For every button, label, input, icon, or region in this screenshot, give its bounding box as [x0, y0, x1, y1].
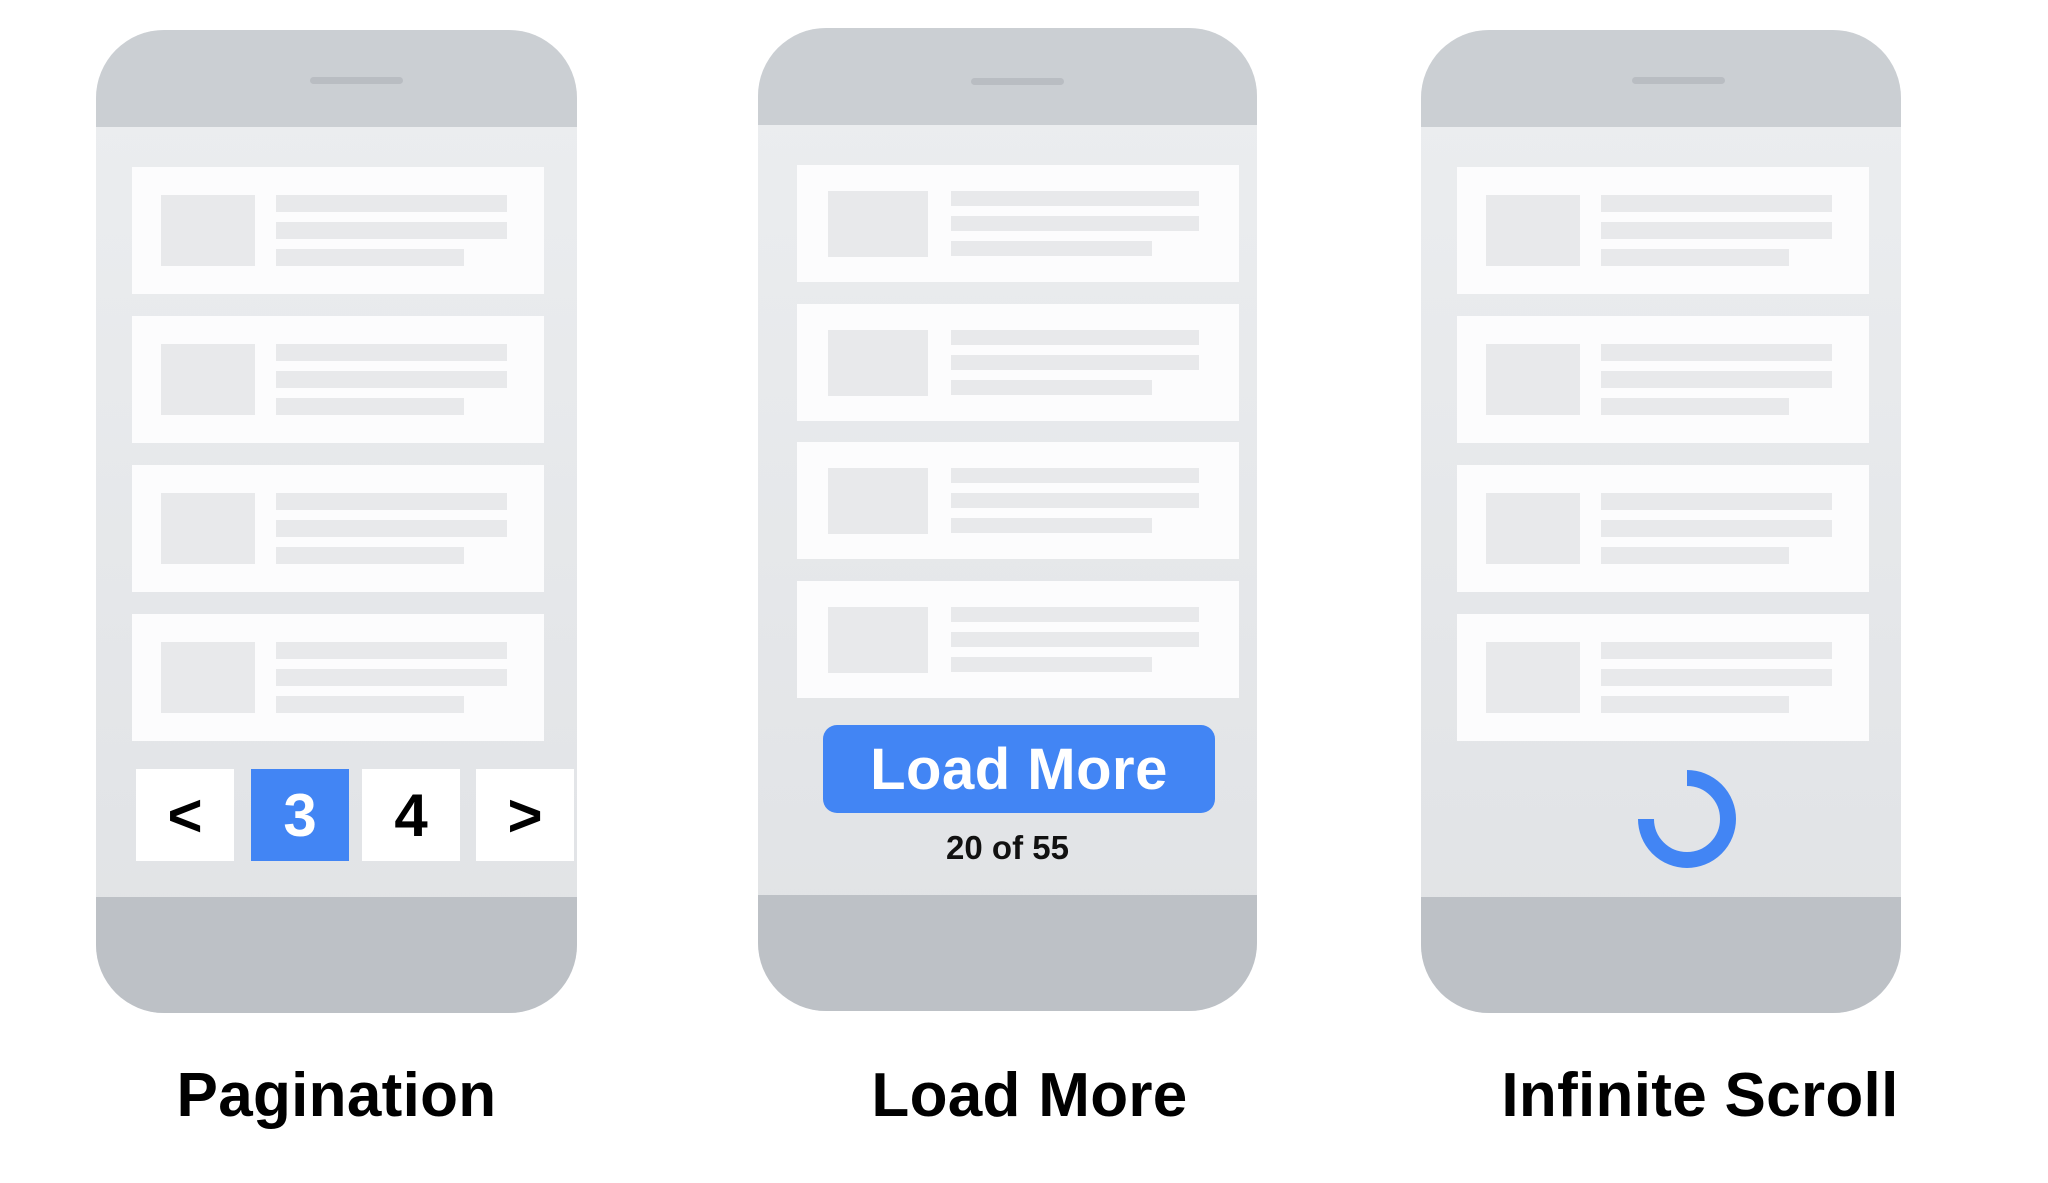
image-placeholder [1486, 344, 1580, 415]
text-line-placeholder [1601, 398, 1789, 415]
text-line-placeholder [951, 191, 1199, 206]
label-pagination: Pagination [176, 1061, 497, 1130]
text-line-placeholder [1601, 669, 1832, 686]
text-line-placeholder [276, 195, 507, 212]
text-line-placeholder [276, 344, 507, 361]
next-page-button[interactable]: > [476, 769, 574, 861]
list-item-placeholder [797, 303, 1239, 421]
text-line-placeholder [276, 642, 507, 659]
image-placeholder [1486, 642, 1580, 713]
text-line-placeholder [1601, 520, 1832, 537]
list-item-placeholder [1457, 316, 1869, 443]
text-line-placeholder [951, 379, 1152, 395]
text-line-placeholder [1601, 547, 1789, 564]
text-line-placeholder [276, 222, 507, 239]
label-infinite-scroll: Infinite Scroll [1501, 1061, 1899, 1130]
image-placeholder [828, 329, 928, 396]
text-line-placeholder [276, 547, 464, 564]
text-line-placeholder [951, 518, 1152, 533]
text-line-placeholder [276, 696, 464, 713]
chevron-right-icon: > [507, 781, 543, 849]
page-3-button[interactable]: 3 [251, 769, 349, 861]
label-load-more: Load More [871, 1061, 1188, 1130]
list-item-placeholder [1457, 614, 1869, 741]
list-item-placeholder [797, 580, 1239, 698]
list-item-placeholder [1457, 465, 1869, 592]
chevron-left-icon: < [167, 781, 203, 849]
phone-bottom-bezel [1421, 897, 1901, 1013]
phone-pagination: < 3 4 > [96, 30, 577, 1013]
text-line-placeholder [951, 493, 1199, 508]
text-line-placeholder [951, 606, 1199, 622]
image-placeholder [1486, 195, 1580, 266]
text-line-placeholder [1601, 493, 1832, 510]
speaker-icon [310, 77, 403, 84]
image-placeholder [1486, 493, 1580, 564]
text-line-placeholder [951, 354, 1199, 370]
phone-top-bezel [1421, 30, 1901, 127]
speaker-icon [1632, 77, 1725, 84]
text-line-placeholder [276, 249, 464, 266]
image-placeholder [828, 606, 928, 673]
text-line-placeholder [1601, 371, 1832, 388]
phone-bottom-bezel [758, 895, 1257, 1011]
text-line-placeholder [276, 493, 507, 510]
items-count: 20 of 55 [946, 829, 1069, 866]
text-line-placeholder [1601, 696, 1789, 713]
text-line-placeholder [951, 329, 1199, 345]
text-line-placeholder [276, 669, 507, 686]
list-item-placeholder [132, 465, 544, 592]
phone-top-bezel [758, 28, 1257, 125]
list-item-placeholder [132, 316, 544, 443]
text-line-placeholder [1601, 642, 1832, 659]
image-placeholder [828, 191, 928, 257]
phone-infinite-scroll [1421, 30, 1901, 1013]
text-line-placeholder [951, 216, 1199, 231]
text-line-placeholder [1601, 249, 1789, 266]
phone-bottom-bezel [96, 897, 577, 1013]
page-4-button[interactable]: 4 [362, 769, 460, 861]
image-placeholder [161, 344, 255, 415]
list-item-placeholder [132, 614, 544, 741]
list-item-placeholder [797, 165, 1239, 282]
text-line-placeholder [951, 468, 1199, 483]
phone-load-more: Load More 20 of 55 [758, 28, 1257, 1011]
list-item-placeholder [132, 167, 544, 294]
list-item-placeholder [1457, 167, 1869, 294]
text-line-placeholder [1601, 195, 1832, 212]
prev-page-button[interactable]: < [136, 769, 234, 861]
phone-top-bezel [96, 30, 577, 127]
text-line-placeholder [276, 371, 507, 388]
text-line-placeholder [951, 241, 1152, 256]
image-placeholder [161, 642, 255, 713]
speaker-icon [971, 78, 1064, 85]
text-line-placeholder [1601, 222, 1832, 239]
text-line-placeholder [951, 656, 1152, 672]
text-line-placeholder [276, 520, 507, 537]
text-line-placeholder [276, 398, 464, 415]
list-item-placeholder [797, 442, 1239, 559]
load-more-button[interactable]: Load More [823, 725, 1215, 813]
image-placeholder [828, 468, 928, 534]
image-placeholder [161, 493, 255, 564]
text-line-placeholder [951, 631, 1199, 647]
text-line-placeholder [1601, 344, 1832, 361]
loading-spinner-icon [1638, 770, 1736, 868]
image-placeholder [161, 195, 255, 266]
